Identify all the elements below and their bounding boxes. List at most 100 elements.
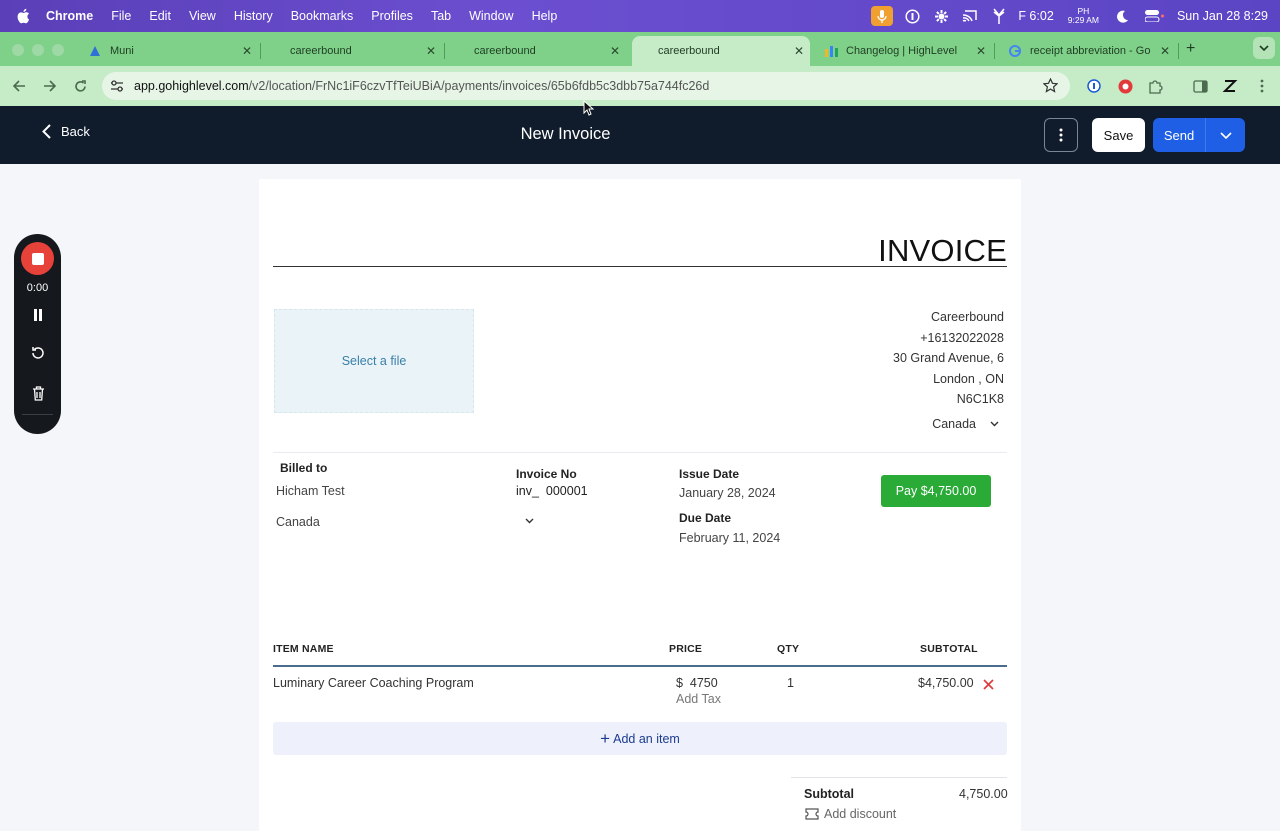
maximize-window-dot[interactable] — [52, 44, 64, 56]
send-options-chevron-icon[interactable] — [1206, 131, 1245, 139]
bookmark-star-icon[interactable] — [1042, 77, 1059, 96]
muni-favicon-icon — [88, 44, 102, 58]
tab-careerbound-active[interactable]: careerbound ✕ — [632, 36, 810, 66]
kebab-icon — [1059, 128, 1063, 142]
tab-changelog[interactable]: Changelog | HighLevel ✕ — [812, 36, 992, 66]
page-title: New Invoice — [520, 125, 611, 143]
billed-to-name-field[interactable]: Hicham Test — [276, 484, 345, 498]
pay-button[interactable]: Pay $4,750.00 — [881, 475, 991, 507]
menu-app-name[interactable]: Chrome — [46, 9, 93, 23]
issue-date-field[interactable]: January 28, 2024 — [679, 486, 776, 500]
recorder-divider — [22, 414, 53, 415]
menubar-datetime[interactable]: Sun Jan 28 8:29 — [1177, 9, 1268, 23]
add-tax-link[interactable]: Add Tax — [676, 692, 721, 706]
world-clock-time: 9:29 AM — [1067, 15, 1099, 25]
close-tab-icon[interactable]: ✕ — [976, 44, 986, 58]
heading-divider — [273, 266, 1007, 267]
billed-to-country-select[interactable]: Canada — [276, 515, 534, 529]
more-options-button[interactable] — [1044, 118, 1078, 152]
remove-item-icon[interactable] — [983, 677, 994, 695]
apple-icon[interactable] — [16, 8, 30, 24]
send-button[interactable]: Send — [1153, 128, 1205, 143]
line-item-subtotal: $4,750.00 — [918, 676, 974, 690]
due-date-field[interactable]: February 11, 2024 — [679, 531, 780, 545]
close-tab-icon[interactable]: ✕ — [242, 44, 252, 58]
column-header-price: PRICE — [669, 643, 703, 655]
side-panel-icon[interactable] — [1192, 78, 1208, 94]
close-tab-icon[interactable]: ✕ — [794, 44, 804, 58]
menu-history[interactable]: History — [234, 9, 273, 23]
new-tab-plus-icon[interactable]: + — [1186, 40, 1195, 58]
send-button-group: Send — [1153, 118, 1245, 152]
select-file-link[interactable]: Select a file — [342, 354, 407, 368]
browser-tab-bar: Muni ✕ careerbound ✕ careerbound ✕ caree… — [0, 32, 1280, 66]
tab-title: Muni — [110, 45, 134, 57]
menu-file[interactable]: File — [111, 9, 131, 23]
save-button[interactable]: Save — [1092, 118, 1145, 152]
browser-menu-kebab-icon[interactable] — [1254, 78, 1270, 94]
macos-menubar: Chrome File Edit View History Bookmarks … — [0, 0, 1280, 32]
business-address: 30 Grand Avenue, 6 — [893, 351, 1004, 365]
tab-title: careerbound — [474, 45, 536, 57]
business-postal-code: N6C1K8 — [956, 392, 1004, 406]
tab-muni[interactable]: Muni ✕ — [76, 36, 258, 66]
close-tab-icon[interactable]: ✕ — [1160, 44, 1170, 58]
profile-avatar-icon[interactable] — [1222, 78, 1238, 94]
close-tab-icon[interactable]: ✕ — [426, 44, 436, 58]
tab-divider — [444, 43, 445, 59]
reload-icon[interactable] — [72, 78, 88, 94]
menu-tab[interactable]: Tab — [431, 9, 451, 23]
invoice-number: 000001 — [545, 484, 588, 498]
mouse-cursor-icon — [583, 100, 594, 116]
forward-arrow-icon[interactable] — [41, 78, 57, 94]
line-item-qty-field[interactable]: 1 — [787, 676, 794, 690]
cast-icon[interactable] — [960, 7, 980, 25]
tab-divider — [1178, 43, 1179, 59]
trash-icon[interactable] — [28, 383, 48, 403]
line-item-name-field[interactable]: Luminary Career Coaching Program — [273, 676, 474, 690]
invoice-no-field[interactable]: inv_ 000001 — [516, 484, 588, 498]
invoice-prefix: inv_ — [516, 484, 539, 498]
menu-bookmarks[interactable]: Bookmarks — [291, 9, 354, 23]
tab-careerbound-2[interactable]: careerbound ✕ — [448, 36, 626, 66]
chevron-down-icon — [990, 421, 999, 427]
site-settings-icon[interactable] — [110, 80, 126, 92]
microphone-icon[interactable] — [871, 6, 894, 26]
close-window-dot[interactable] — [12, 44, 24, 56]
close-tab-icon[interactable]: ✕ — [610, 44, 620, 58]
tab-search-chevron-icon[interactable] — [1253, 37, 1275, 59]
business-country-select[interactable]: Canada — [932, 417, 999, 431]
recorder-extension-icon[interactable] — [1117, 78, 1133, 94]
onepassword-extension-icon[interactable] — [1086, 78, 1102, 94]
menu-help[interactable]: Help — [532, 9, 558, 23]
extensions-puzzle-icon[interactable] — [1147, 78, 1163, 94]
minimize-window-dot[interactable] — [32, 44, 44, 56]
world-clock[interactable]: PH 9:29 AM — [1068, 7, 1099, 25]
back-arrow-icon[interactable] — [11, 78, 27, 94]
menu-view[interactable]: View — [189, 9, 216, 23]
business-name: Careerbound — [931, 310, 1004, 324]
line-item-price-field[interactable]: $ 4750 — [676, 676, 718, 690]
logo-upload-area[interactable]: Select a file — [274, 309, 474, 413]
tab-careerbound-1[interactable]: careerbound ✕ — [264, 36, 442, 66]
fork-icon[interactable] — [989, 7, 1009, 25]
password-manager-icon[interactable] — [902, 7, 922, 25]
pause-icon[interactable] — [28, 305, 48, 325]
add-discount-link[interactable]: Add discount — [805, 807, 896, 821]
menu-profiles[interactable]: Profiles — [371, 9, 413, 23]
moon-icon[interactable] — [1113, 7, 1133, 25]
address-bar[interactable]: app.gohighlevel.com/v2/location/FrNc1iF6… — [102, 72, 1070, 100]
restart-icon[interactable] — [28, 343, 48, 363]
menu-window[interactable]: Window — [469, 9, 513, 23]
control-center-icon[interactable] — [1142, 7, 1168, 25]
url-host: app.gohighlevel.com — [134, 79, 249, 93]
menu-edit[interactable]: Edit — [149, 9, 171, 23]
gear-icon[interactable] — [931, 7, 951, 25]
chevron-down-icon — [525, 518, 534, 524]
tab-google-search[interactable]: receipt abbreviation - Go ✕ — [996, 36, 1176, 66]
window-controls — [12, 44, 64, 56]
screen-recorder-widget: 0:00 — [14, 234, 61, 434]
tab-title: receipt abbreviation - Go — [1030, 45, 1151, 57]
add-item-button[interactable]: + Add an item — [273, 722, 1007, 755]
stop-recording-button[interactable] — [21, 242, 54, 275]
